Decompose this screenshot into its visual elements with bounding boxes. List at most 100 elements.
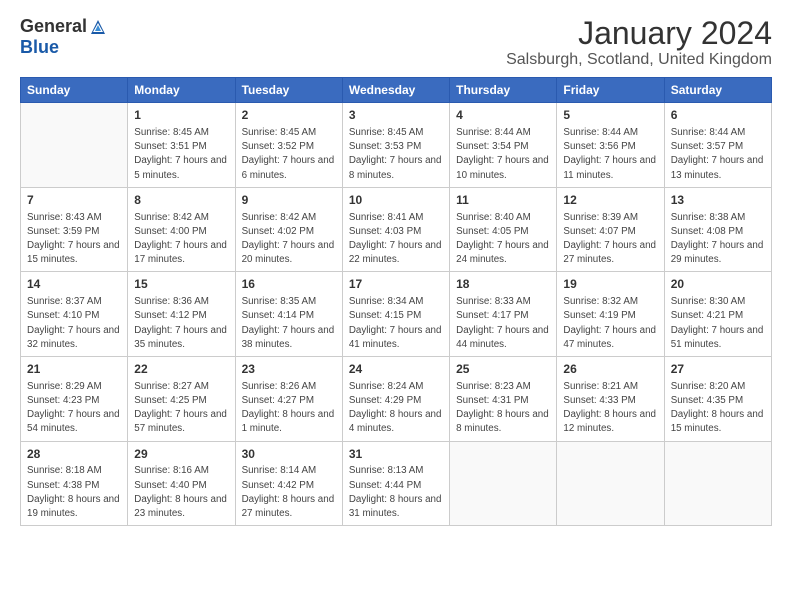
day-number: 14 [27, 276, 121, 293]
day-info: Sunrise: 8:40 AMSunset: 4:05 PMDaylight:… [456, 211, 550, 268]
calendar-day-cell: 19Sunrise: 8:32 AMSunset: 4:19 PMDayligh… [557, 272, 664, 357]
day-info: Sunrise: 8:30 AMSunset: 4:21 PMDaylight:… [671, 295, 765, 352]
logo-icon [89, 18, 107, 36]
day-number: 9 [242, 192, 336, 209]
day-number: 5 [563, 107, 657, 124]
calendar-day-cell: 23 Sunrise: 8:26 AMSunset: 4:27 PMDayligh… [235, 357, 342, 442]
day-number: 28 [27, 446, 121, 463]
calendar-day-cell: 2 Sunrise: 8:45 AMSunset: 3:52 PMDaylight… [235, 103, 342, 188]
calendar-day-cell: 11 Sunrise: 8:40 AMSunset: 4:05 PMDayligh… [450, 187, 557, 272]
calendar-table: SundayMondayTuesdayWednesdayThursdayFrid… [20, 77, 772, 526]
day-info: Sunrise: 8:16 AMSunset: 4:40 PMDaylight:… [134, 464, 228, 521]
day-info: Sunrise: 8:21 AMSunset: 4:33 PMDaylight:… [563, 380, 657, 437]
day-number: 15 [134, 276, 228, 293]
day-info: Sunrise: 8:34 AMSunset: 4:15 PMDaylight:… [349, 295, 443, 352]
calendar-day-cell: 6Sunrise: 8:44 AMSunset: 3:57 PMDaylight… [664, 103, 771, 188]
calendar-day-cell: 8 Sunrise: 8:42 AMSunset: 4:00 PMDaylight… [128, 187, 235, 272]
day-number: 23 [242, 361, 336, 378]
calendar-day-cell: 13 Sunrise: 8:38 AMSunset: 4:08 PMDayligh… [664, 187, 771, 272]
day-number: 2 [242, 107, 336, 124]
day-number: 21 [27, 361, 121, 378]
day-number: 25 [456, 361, 550, 378]
calendar-day-cell: 9 Sunrise: 8:42 AMSunset: 4:02 PMDaylight… [235, 187, 342, 272]
day-number: 4 [456, 107, 550, 124]
calendar-day-cell: 17Sunrise: 8:34 AMSunset: 4:15 PMDayligh… [342, 272, 449, 357]
day-header-tuesday: Tuesday [235, 78, 342, 103]
calendar-header-row: SundayMondayTuesdayWednesdayThursdayFrid… [21, 78, 772, 103]
calendar-day-cell: 30Sunrise: 8:14 AMSunset: 4:42 PMDayligh… [235, 441, 342, 526]
day-info: Sunrise: 8:41 AMSunset: 4:03 PMDaylight:… [349, 211, 443, 268]
day-number: 8 [134, 192, 228, 209]
calendar-week-row: 21 Sunrise: 8:29 AMSunset: 4:23 PMDayligh… [21, 357, 772, 442]
day-info: Sunrise: 8:44 AMSunset: 3:54 PMDaylight:… [456, 126, 550, 183]
day-header-thursday: Thursday [450, 78, 557, 103]
day-info: Sunrise: 8:26 AMSunset: 4:27 PMDaylight:… [242, 380, 336, 437]
day-number: 31 [349, 446, 443, 463]
calendar-day-cell: 29Sunrise: 8:16 AMSunset: 4:40 PMDayligh… [128, 441, 235, 526]
day-info: Sunrise: 8:33 AMSunset: 4:17 PMDaylight:… [456, 295, 550, 352]
calendar-day-cell: 20 Sunrise: 8:30 AMSunset: 4:21 PMDayligh… [664, 272, 771, 357]
logo-blue-text: Blue [20, 37, 59, 58]
day-info: Sunrise: 8:37 AMSunset: 4:10 PMDaylight:… [27, 295, 121, 352]
day-info: Sunrise: 8:14 AMSunset: 4:42 PMDaylight:… [242, 464, 336, 521]
day-info: Sunrise: 8:45 AMSunset: 3:53 PMDaylight:… [349, 126, 443, 183]
location-text: Salsburgh, Scotland, United Kingdom [506, 51, 772, 69]
day-number: 27 [671, 361, 765, 378]
calendar-day-cell: 31Sunrise: 8:13 AMSunset: 4:44 PMDayligh… [342, 441, 449, 526]
day-info: Sunrise: 8:13 AMSunset: 4:44 PMDaylight:… [349, 464, 443, 521]
logo-general-text: General [20, 16, 87, 37]
day-info: Sunrise: 8:36 AMSunset: 4:12 PMDaylight:… [134, 295, 228, 352]
logo: General Blue [20, 16, 107, 58]
day-number: 24 [349, 361, 443, 378]
calendar-day-cell: 5 Sunrise: 8:44 AMSunset: 3:56 PMDaylight… [557, 103, 664, 188]
calendar-day-cell [557, 441, 664, 526]
day-info: Sunrise: 8:24 AMSunset: 4:29 PMDaylight:… [349, 380, 443, 437]
calendar-day-cell: 10 Sunrise: 8:41 AMSunset: 4:03 PMDayligh… [342, 187, 449, 272]
calendar-day-cell [450, 441, 557, 526]
calendar-day-cell: 18Sunrise: 8:33 AMSunset: 4:17 PMDayligh… [450, 272, 557, 357]
day-info: Sunrise: 8:27 AMSunset: 4:25 PMDaylight:… [134, 380, 228, 437]
day-info: Sunrise: 8:44 AMSunset: 3:56 PMDaylight:… [563, 126, 657, 183]
day-info: Sunrise: 8:18 AMSunset: 4:38 PMDaylight:… [27, 464, 121, 521]
calendar-day-cell [21, 103, 128, 188]
day-number: 20 [671, 276, 765, 293]
day-number: 11 [456, 192, 550, 209]
calendar-day-cell: 24 Sunrise: 8:24 AMSunset: 4:29 PMDayligh… [342, 357, 449, 442]
day-info: Sunrise: 8:42 AMSunset: 4:02 PMDaylight:… [242, 211, 336, 268]
title-section: January 2024 Salsburgh, Scotland, United… [506, 16, 772, 69]
calendar-day-cell: 25Sunrise: 8:23 AMSunset: 4:31 PMDayligh… [450, 357, 557, 442]
calendar-day-cell: 4 Sunrise: 8:44 AMSunset: 3:54 PMDaylight… [450, 103, 557, 188]
day-number: 29 [134, 446, 228, 463]
day-info: Sunrise: 8:42 AMSunset: 4:00 PMDaylight:… [134, 211, 228, 268]
day-info: Sunrise: 8:29 AMSunset: 4:23 PMDaylight:… [27, 380, 121, 437]
calendar-day-cell: 22Sunrise: 8:27 AMSunset: 4:25 PMDayligh… [128, 357, 235, 442]
day-number: 3 [349, 107, 443, 124]
day-number: 26 [563, 361, 657, 378]
calendar-day-cell: 16Sunrise: 8:35 AMSunset: 4:14 PMDayligh… [235, 272, 342, 357]
day-info: Sunrise: 8:35 AMSunset: 4:14 PMDaylight:… [242, 295, 336, 352]
day-info: Sunrise: 8:38 AMSunset: 4:08 PMDaylight:… [671, 211, 765, 268]
day-info: Sunrise: 8:45 AMSunset: 3:52 PMDaylight:… [242, 126, 336, 183]
day-number: 12 [563, 192, 657, 209]
calendar-day-cell: 12Sunrise: 8:39 AMSunset: 4:07 PMDayligh… [557, 187, 664, 272]
calendar-day-cell: 28Sunrise: 8:18 AMSunset: 4:38 PMDayligh… [21, 441, 128, 526]
calendar-week-row: 28Sunrise: 8:18 AMSunset: 4:38 PMDayligh… [21, 441, 772, 526]
day-number: 1 [134, 107, 228, 124]
calendar-day-cell: 21 Sunrise: 8:29 AMSunset: 4:23 PMDayligh… [21, 357, 128, 442]
calendar-day-cell: 15 Sunrise: 8:36 AMSunset: 4:12 PMDayligh… [128, 272, 235, 357]
header: General Blue January 2024 Salsburgh, Sco… [20, 16, 772, 69]
calendar-day-cell: 26 Sunrise: 8:21 AMSunset: 4:33 PMDayligh… [557, 357, 664, 442]
day-header-sunday: Sunday [21, 78, 128, 103]
calendar-day-cell: 27 Sunrise: 8:20 AMSunset: 4:35 PMDayligh… [664, 357, 771, 442]
day-header-monday: Monday [128, 78, 235, 103]
day-number: 19 [563, 276, 657, 293]
month-title: January 2024 [506, 16, 772, 51]
day-header-wednesday: Wednesday [342, 78, 449, 103]
day-number: 10 [349, 192, 443, 209]
calendar-day-cell: 7Sunrise: 8:43 AMSunset: 3:59 PMDaylight… [21, 187, 128, 272]
day-info: Sunrise: 8:20 AMSunset: 4:35 PMDaylight:… [671, 380, 765, 437]
calendar-week-row: 7Sunrise: 8:43 AMSunset: 3:59 PMDaylight… [21, 187, 772, 272]
day-number: 13 [671, 192, 765, 209]
day-info: Sunrise: 8:45 AMSunset: 3:51 PMDaylight:… [134, 126, 228, 183]
calendar-day-cell: 3 Sunrise: 8:45 AMSunset: 3:53 PMDaylight… [342, 103, 449, 188]
